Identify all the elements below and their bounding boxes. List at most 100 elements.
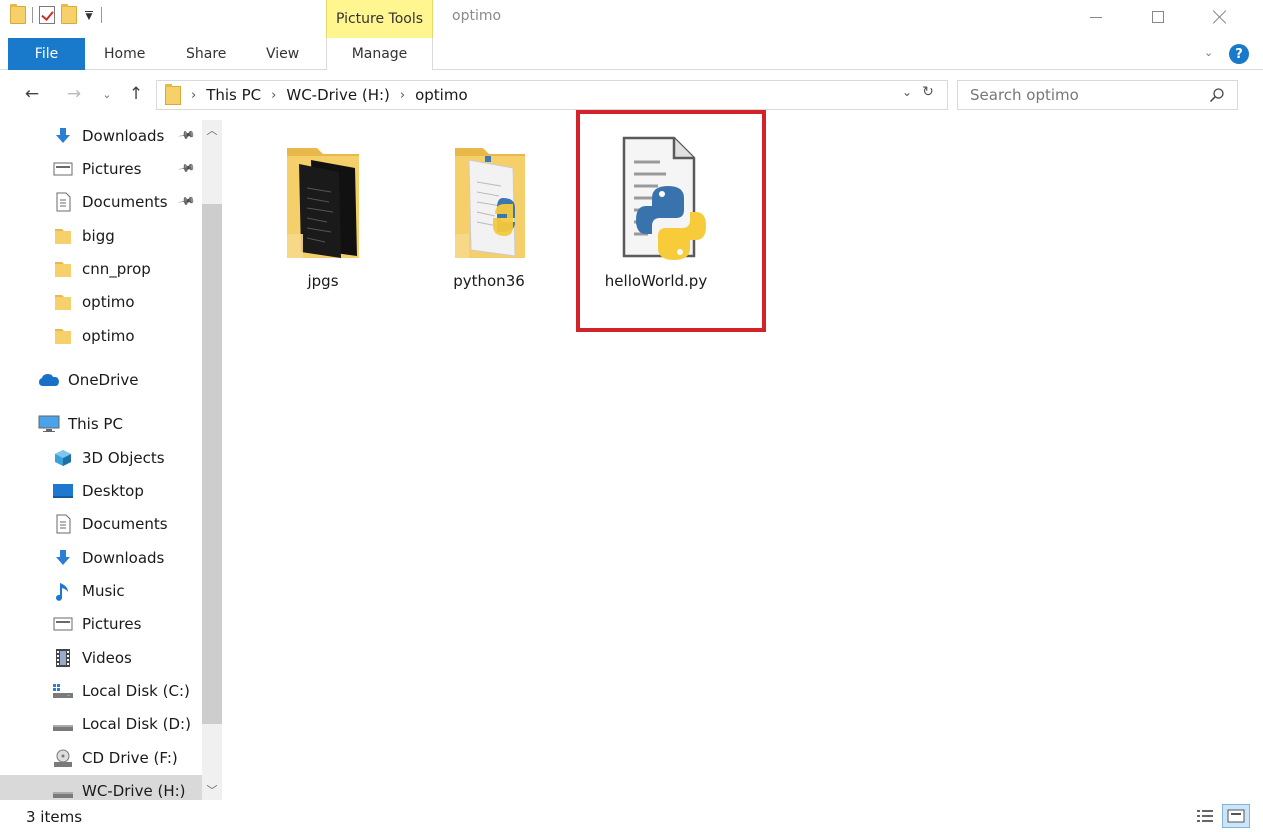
close-icon (1213, 10, 1227, 24)
sidebar-item-documents[interactable]: Documents (0, 508, 200, 540)
folder-icon (52, 259, 74, 279)
sidebar-item-label: This PC (68, 415, 123, 433)
up-arrow-icon[interactable]: ↑ (124, 83, 148, 105)
breadcrumb-chevron-icon[interactable]: › (271, 88, 276, 103)
toolbar-separator (32, 7, 33, 23)
sidebar-item-label: CD Drive (F:) (82, 749, 178, 767)
refresh-icon[interactable]: ↻ (922, 84, 934, 100)
sidebar-item-documents[interactable]: Documents 📌 (0, 186, 200, 218)
scroll-up-chevron-icon[interactable]: ︿ (202, 120, 222, 140)
tab-file[interactable]: File (8, 38, 85, 70)
pictures-icon (52, 614, 74, 634)
large-icons-view-button[interactable] (1222, 804, 1250, 828)
sidebar-item-optimo[interactable]: optimo (0, 320, 200, 352)
expand-ribbon-icon[interactable]: ⌄ (1204, 46, 1213, 59)
address-bar[interactable]: › This PC › WC-Drive (H:) › optimo (156, 80, 948, 110)
toolbar-separator (101, 7, 102, 23)
address-actions: ⌄ ↻ (902, 84, 934, 100)
search-icon[interactable] (1209, 87, 1225, 103)
breadcrumb-this-pc[interactable]: This PC (206, 86, 261, 104)
computer-icon (38, 414, 60, 434)
sidebar-item-pictures[interactable]: Pictures 📌 (0, 153, 200, 185)
cd-drive-icon (52, 748, 74, 768)
sidebar-item-this-pc[interactable]: This PC (0, 408, 200, 440)
sidebar-item-desktop[interactable]: Desktop (0, 475, 200, 507)
tab-share[interactable]: Share (186, 38, 226, 70)
forward-arrow-icon[interactable]: → (62, 83, 86, 105)
sidebar-item-onedrive[interactable]: OneDrive (0, 364, 200, 396)
scroll-down-chevron-icon[interactable]: ﹀ (202, 780, 222, 800)
maximize-button[interactable] (1135, 0, 1181, 34)
sidebar-item-label: Pictures (82, 615, 142, 633)
sidebar-item-optimo[interactable]: optimo (0, 286, 200, 318)
3d-objects-icon (52, 448, 74, 468)
sidebar-item-label: Downloads (82, 127, 165, 145)
minimize-icon (1090, 16, 1102, 18)
sidebar-item-bigg[interactable]: bigg (0, 220, 200, 252)
navigation-pane: Downloads 📌 Pictures 📌 Documents 📌 bigg cnn_pro… (0, 120, 224, 807)
sidebar-item-label: Local Disk (C:) (82, 682, 190, 700)
picture-tools-context-label: Picture Tools (326, 0, 433, 38)
sidebar-item-downloads[interactable]: Downloads (0, 542, 200, 574)
breadcrumb-wc-drive[interactable]: WC-Drive (H:) (286, 86, 390, 104)
sidebar-item-cd-drive-f[interactable]: CD Drive (F:) (0, 742, 200, 774)
sidebar-item-label: Desktop (82, 482, 144, 500)
pin-icon[interactable]: 📌 (178, 192, 197, 211)
address-dropdown-icon[interactable]: ⌄ (902, 85, 912, 99)
sidebar-item-label: Documents (82, 193, 168, 211)
details-view-icon[interactable] (1196, 808, 1214, 824)
pin-icon[interactable]: 📌 (178, 159, 197, 178)
tab-view[interactable]: View (266, 38, 299, 70)
file-item-jpgs[interactable]: jpgs (248, 138, 398, 338)
drive-icon (52, 714, 74, 734)
search-input[interactable] (970, 86, 1200, 104)
breadcrumb-chevron-icon[interactable]: › (191, 88, 196, 103)
sidebar-item-label: Pictures (82, 160, 142, 178)
status-bar: 3 items (0, 800, 1263, 832)
sidebar-item-3d-objects[interactable]: 3D Objects (0, 442, 200, 474)
sidebar-item-label: cnn_prop (82, 260, 151, 278)
sidebar-item-label: WC-Drive (H:) (82, 782, 186, 800)
sidebar-item-pictures[interactable]: Pictures (0, 608, 200, 640)
breadcrumb-optimo[interactable]: optimo (415, 86, 468, 104)
desktop-icon (52, 481, 74, 501)
minimize-button[interactable] (1073, 0, 1119, 34)
sidebar-item-label: bigg (82, 227, 115, 245)
breadcrumb-chevron-icon[interactable]: › (400, 88, 405, 103)
sidebar-item-local-disk-d[interactable]: Local Disk (D:) (0, 708, 200, 740)
folder-with-python-icon (455, 148, 525, 258)
new-folder-icon[interactable] (61, 4, 77, 24)
search-box[interactable] (957, 80, 1238, 110)
pictures-icon (52, 159, 74, 179)
sidebar-item-cnn-prop[interactable]: cnn_prop (0, 253, 200, 285)
sidebar-item-local-disk-c[interactable]: Local Disk (C:) (0, 675, 200, 707)
nav-scrollbar-thumb[interactable] (202, 204, 222, 724)
folder-icon (52, 226, 74, 246)
pin-icon[interactable]: 📌 (178, 126, 197, 145)
customize-toolbar-icon[interactable]: ▼ (83, 8, 95, 22)
folder-icon (52, 292, 74, 312)
maximize-icon (1152, 11, 1164, 23)
sidebar-item-music[interactable]: Music (0, 575, 200, 607)
help-icon[interactable]: ? (1229, 44, 1249, 64)
window-title: optimo (452, 8, 502, 24)
recent-locations-chevron-icon[interactable]: ⌄ (100, 83, 114, 105)
videos-icon (52, 648, 74, 668)
documents-icon (52, 514, 74, 534)
back-arrow-icon[interactable]: ← (20, 83, 44, 105)
download-arrow-icon (52, 126, 74, 146)
file-item-python36[interactable]: python36 (414, 138, 564, 338)
documents-icon (52, 192, 74, 212)
music-note-icon (52, 581, 74, 601)
tab-manage[interactable]: Manage (326, 38, 433, 70)
sidebar-item-label: optimo (82, 327, 135, 345)
ribbon-tabs: File Home Share View Manage ⌄ ? (0, 38, 1263, 70)
sidebar-item-label: Local Disk (D:) (82, 715, 191, 733)
sidebar-item-videos[interactable]: Videos (0, 642, 200, 674)
properties-icon[interactable] (39, 6, 55, 24)
tab-home[interactable]: Home (104, 38, 145, 70)
file-label: python36 (453, 272, 525, 290)
close-button[interactable] (1197, 0, 1243, 34)
sidebar-item-downloads[interactable]: Downloads 📌 (0, 120, 200, 152)
download-arrow-icon (52, 548, 74, 568)
